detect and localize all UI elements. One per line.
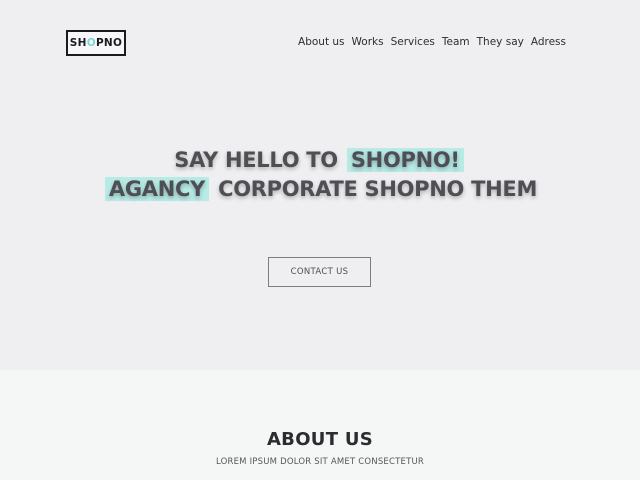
about-section: ABOUT US LOREM IPSUM DOLOR SIT AMET CONS…: [0, 370, 640, 480]
headline-text-2: CORPORATE SHOPNO THEM: [218, 177, 538, 201]
about-title: ABOUT US: [266, 429, 374, 450]
nav-item-adress[interactable]: Adress: [531, 36, 566, 48]
nav-item-about-us[interactable]: About us: [298, 36, 345, 48]
nav-item-works[interactable]: Works: [352, 36, 384, 48]
main-nav: About us Works Services Team They say Ad…: [298, 36, 566, 48]
nav-item-services[interactable]: Services: [391, 36, 435, 48]
logo-text-suffix: PNO: [95, 37, 123, 49]
headline-highlight-2: AGANCY: [104, 177, 210, 201]
hero-section: SH O PNO About us Works Services Team They…: [0, 0, 640, 370]
logo-text-prefix: SH: [69, 37, 87, 49]
headline-line-1: SAY HELLO TO SHOPNO!: [0, 146, 640, 175]
nav-item-they-say[interactable]: They say: [477, 36, 524, 48]
headline-line-2: AGANCY CORPORATE SHOPNO THEM: [0, 175, 640, 204]
headline-highlight-1: SHOPNO!: [346, 148, 464, 172]
about-subtitle: LOREM IPSUM DOLOR SIT AMET CONSECTETUR: [215, 457, 425, 467]
logo-text-accent: O: [86, 37, 96, 49]
headline-text-1: SAY HELLO TO: [174, 148, 338, 172]
nav-item-team[interactable]: Team: [442, 36, 470, 48]
brand-logo[interactable]: SH O PNO: [66, 30, 126, 56]
hero-headline: SAY HELLO TO SHOPNO! AGANCY CORPORATE SH…: [0, 146, 640, 204]
contact-us-button[interactable]: CONTACT US: [268, 257, 371, 287]
